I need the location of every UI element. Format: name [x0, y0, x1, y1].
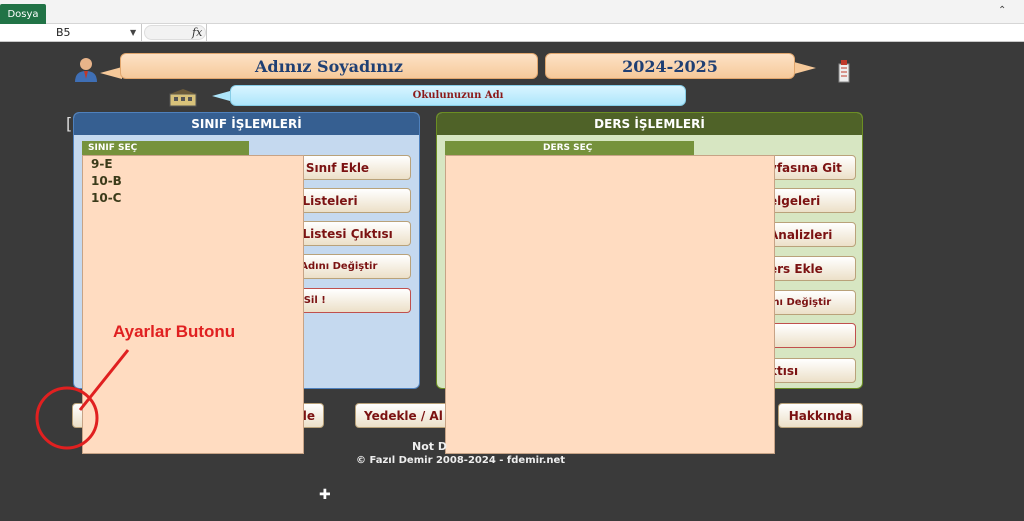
class-option[interactable]: 9-E — [83, 156, 303, 173]
annotation-label: Ayarlar Butonu — [113, 322, 236, 341]
class-select-label: SINIF SEÇ — [82, 141, 249, 155]
class-panel-title: SINIF İŞLEMLERİ — [74, 113, 419, 135]
backup-button[interactable]: Yedekle / Al — [355, 403, 453, 428]
school-name-field[interactable]: Okulunuzun Adı — [230, 85, 686, 106]
school-year-field[interactable]: 2024-2025 — [545, 53, 795, 79]
name-box[interactable]: B5 — [0, 24, 142, 41]
year-pill-tail — [794, 62, 816, 74]
name-pill-tail — [100, 67, 122, 79]
collapse-ribbon-icon[interactable]: ⌃ — [998, 5, 1010, 17]
teacher-name-field[interactable]: Adınız Soyadınız — [120, 53, 538, 79]
chevron-down-icon[interactable]: ▼ — [130, 24, 136, 41]
school-building-icon — [169, 89, 197, 107]
copyright-text: © Fazıl Demir 2008-2024 - fdemir.net — [356, 455, 566, 466]
user-icon — [75, 58, 97, 82]
formula-bar: B5 ▼ fx — [0, 24, 1024, 42]
lesson-panel-title: DERS İŞLEMLERİ — [437, 113, 862, 135]
class-option[interactable]: 10-C — [83, 190, 303, 207]
ribbon-bar: Dosya ⌃ — [0, 0, 1024, 24]
file-tab[interactable]: Dosya — [0, 4, 46, 24]
footer-partial-text: Not D — [412, 440, 447, 453]
cursor-icon: ✚ — [319, 487, 331, 503]
class-select-list[interactable]: 9-E 10-B 10-C — [82, 155, 304, 454]
class-option[interactable]: 10-B — [83, 173, 303, 190]
formula-input[interactable] — [206, 24, 1024, 41]
about-button[interactable]: Hakkında — [778, 403, 863, 428]
lesson-select-label: DERS SEÇ — [445, 141, 694, 155]
lesson-select-list[interactable] — [445, 155, 775, 454]
bracket-mark: [ — [66, 114, 73, 133]
school-pill-tail — [212, 91, 230, 101]
function-icon[interactable]: fx — [192, 24, 202, 41]
pencil-icon — [838, 60, 850, 83]
